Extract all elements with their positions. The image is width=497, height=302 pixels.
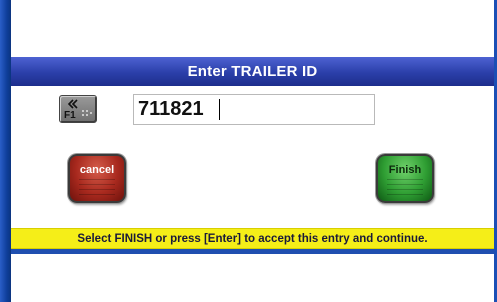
- trailer-id-input[interactable]: [133, 94, 375, 125]
- f1-key-label: F1: [64, 110, 76, 121]
- cancel-button-label: cancel: [79, 164, 115, 176]
- left-frame-border: [0, 0, 11, 302]
- finish-button[interactable]: Finish: [376, 154, 434, 203]
- double-chevron-left-icon: F1: [64, 99, 92, 121]
- top-blank-panel: [11, 0, 494, 57]
- f1-back-key[interactable]: F1: [59, 95, 97, 123]
- bottom-blank-panel: [11, 254, 494, 302]
- dialog-title-bar: Enter TRAILER ID: [11, 57, 494, 86]
- status-message: Select FINISH or press [Enter] to accept…: [77, 232, 428, 245]
- text-caret: [219, 99, 220, 120]
- finish-button-grip-lines: [387, 179, 423, 195]
- dialog-title: Enter TRAILER ID: [187, 63, 318, 80]
- status-bar: Select FINISH or press [Enter] to accept…: [11, 228, 494, 249]
- cancel-button-grip-lines: [79, 179, 115, 195]
- finish-button-label: Finish: [388, 164, 422, 176]
- cancel-button[interactable]: cancel: [68, 154, 126, 203]
